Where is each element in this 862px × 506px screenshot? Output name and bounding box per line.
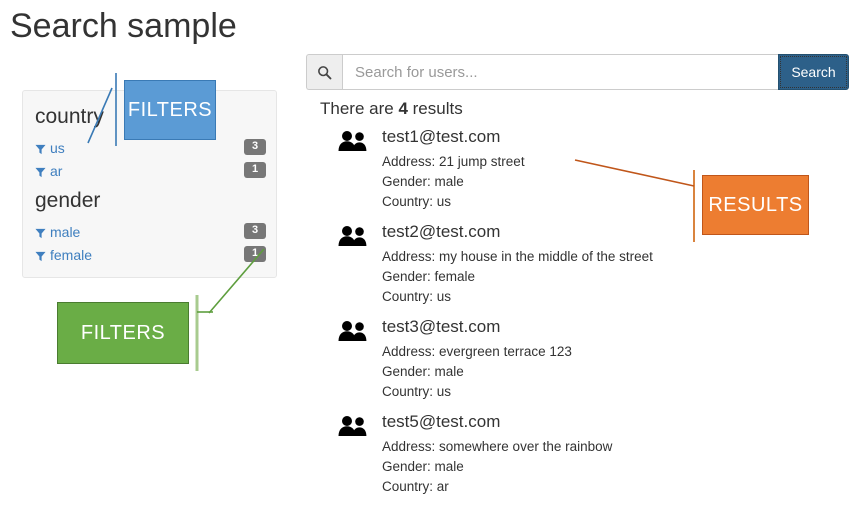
facet-title-gender: gender bbox=[35, 189, 101, 212]
result-address: Address: 21 jump street bbox=[382, 154, 525, 169]
result-address: Address: somewhere over the rainbow bbox=[382, 439, 613, 454]
facet-row-male: male 3 bbox=[35, 222, 266, 243]
result-email[interactable]: test3@test.com bbox=[382, 316, 840, 338]
users-icon bbox=[338, 320, 368, 342]
result-gender: Gender: female bbox=[382, 269, 476, 284]
result-address: Address: my house in the middle of the s… bbox=[382, 249, 653, 264]
users-icon bbox=[338, 415, 368, 437]
users-icon bbox=[338, 225, 368, 247]
result-email[interactable]: test5@test.com bbox=[382, 411, 840, 433]
filter-label-female: female bbox=[50, 247, 93, 263]
filter-funnel-icon bbox=[35, 140, 46, 155]
filter-link-ar[interactable]: ar bbox=[35, 163, 62, 179]
filter-link-male[interactable]: male bbox=[35, 224, 80, 240]
filter-link-us[interactable]: us bbox=[35, 140, 65, 156]
result-item[interactable]: test3@test.com Address: evergreen terrac… bbox=[320, 316, 840, 406]
filter-funnel-icon bbox=[35, 224, 46, 239]
search-button[interactable]: Search bbox=[778, 54, 849, 90]
search-input[interactable] bbox=[342, 54, 778, 90]
annotation-filters-blue: FILTERS bbox=[124, 80, 216, 140]
annotation-results-orange: RESULTS bbox=[702, 175, 809, 235]
result-email[interactable]: test1@test.com bbox=[382, 126, 840, 148]
result-country: Country: ar bbox=[382, 479, 449, 494]
filter-label-male: male bbox=[50, 224, 81, 240]
result-address: Address: evergreen terrace 123 bbox=[382, 344, 572, 359]
filter-link-female[interactable]: female bbox=[35, 247, 92, 263]
users-icon bbox=[338, 130, 368, 152]
filter-count-ar: 1 bbox=[244, 162, 266, 178]
facet-title-country: country bbox=[35, 105, 104, 128]
result-item[interactable]: test5@test.com Address: somewhere over t… bbox=[320, 411, 840, 501]
filter-funnel-icon bbox=[35, 163, 46, 178]
search-icon bbox=[306, 54, 342, 90]
result-gender: Gender: male bbox=[382, 459, 464, 474]
results-count-value: 4 bbox=[398, 99, 408, 118]
result-country: Country: us bbox=[382, 384, 452, 399]
result-gender: Gender: male bbox=[382, 364, 464, 379]
filter-count-female: 1 bbox=[244, 246, 266, 262]
facet-row-ar: ar 1 bbox=[35, 161, 266, 182]
search-bar: Search bbox=[306, 54, 849, 90]
filter-count-male: 3 bbox=[244, 223, 266, 239]
result-country: Country: us bbox=[382, 289, 452, 304]
facet-row-us: us 3 bbox=[35, 138, 266, 159]
filter-count-us: 3 bbox=[244, 139, 266, 155]
filter-label-ar: ar bbox=[50, 163, 63, 179]
filter-label-us: us bbox=[50, 140, 65, 156]
page-title: Search sample bbox=[10, 7, 237, 45]
annotation-filters-green: FILTERS bbox=[57, 302, 189, 364]
filter-funnel-icon bbox=[35, 247, 46, 262]
facet-row-female: female 1 bbox=[35, 245, 266, 266]
results-count-prefix: There are bbox=[320, 99, 399, 118]
results-count-suffix: results bbox=[407, 99, 463, 118]
results-count: There are 4 results bbox=[320, 99, 463, 119]
